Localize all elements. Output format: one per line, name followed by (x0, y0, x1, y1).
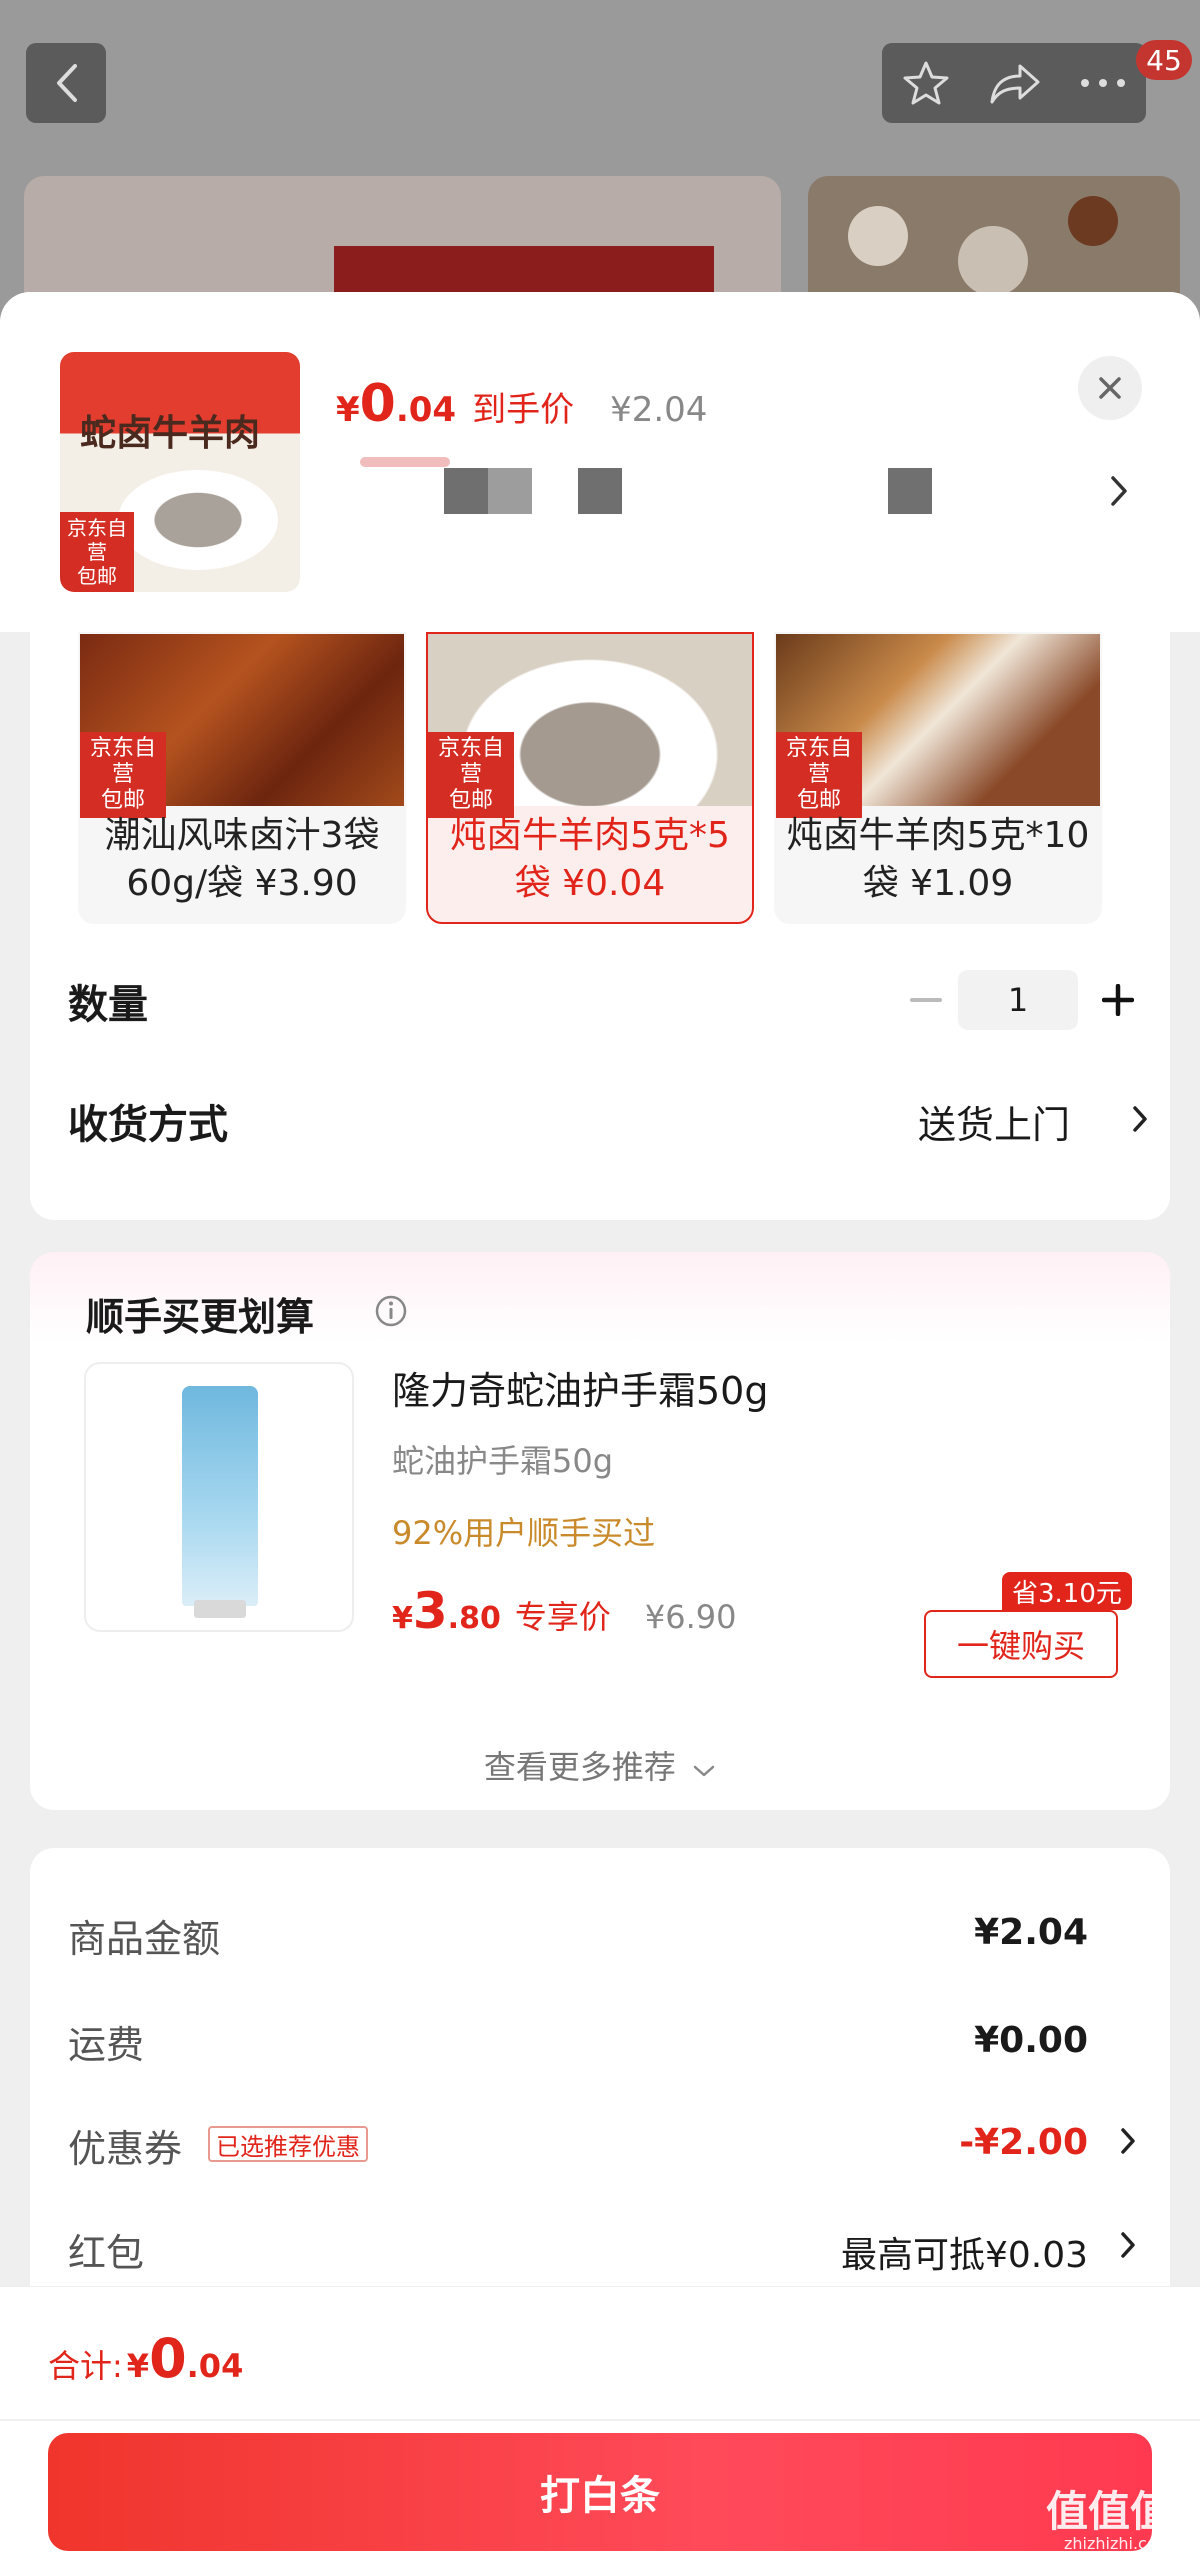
watermark-logo: 值值值 (1046, 2487, 1173, 2536)
recommendation-price-tag: 专享价 (514, 1598, 611, 1636)
recommendation-original-price: ¥6.90 (644, 1598, 737, 1636)
recommendation-stat: 92%用户顺手买过 (392, 1514, 656, 1552)
chevron-right-icon[interactable] (1130, 1104, 1150, 1134)
quantity-label: 数量 (68, 982, 148, 1028)
star-icon[interactable] (901, 58, 951, 108)
quantity-increase-button[interactable] (1088, 970, 1148, 1030)
cart-count-badge: 45 (1136, 40, 1192, 80)
self-operated-badge: 京东自营 包邮 (80, 732, 166, 818)
coupon-label: 优惠券 (68, 2127, 183, 2171)
recommendation-image[interactable] (84, 1362, 354, 1632)
price-decimal: .80 (447, 1601, 501, 1636)
thumbnail-bowl (118, 470, 278, 570)
variant-label: 炖卤牛羊肉5克*5袋 ¥0.04 (450, 815, 730, 904)
self-operated-badge: 京东自营 包邮 (428, 732, 514, 818)
quantity-value[interactable]: 1 (958, 970, 1078, 1030)
see-more-recommendations-link[interactable]: 查看更多推荐 (30, 1742, 1170, 1788)
minus-icon (910, 998, 942, 1002)
price-currency: ¥ (392, 1601, 413, 1636)
close-button[interactable] (1078, 356, 1142, 420)
watermark-url: zhizhizhi.com (1064, 2534, 1173, 2553)
delivery-value[interactable]: 送货上门 (918, 1094, 1070, 1149)
spec-panel: 京东自营 包邮 潮汕风味卤汁3袋60g/袋 ¥3.90 京东自营 包邮 炖卤牛羊… (30, 632, 1170, 1220)
close-icon (1099, 377, 1121, 399)
recommendation-name[interactable]: 隆力奇蛇油护手霜50g (392, 1360, 768, 1415)
thumbnail-package-text: 蛇卤牛羊肉 (80, 412, 261, 454)
final-price: ¥0.04 (336, 374, 456, 434)
delivery-label: 收货方式 (68, 1102, 228, 1148)
product-thumbnail[interactable]: 蛇卤牛羊肉 京东自营 包邮 (60, 352, 300, 592)
see-more-label: 查看更多推荐 (483, 1748, 676, 1786)
chevron-right-icon[interactable] (1118, 2126, 1138, 2156)
goods-amount-label: 商品金额 (68, 1917, 221, 1961)
savings-badge: 省3.10元 (1002, 1572, 1132, 1610)
order-summary-card: 商品金额 ¥2.04 运费 ¥0.00 优惠券 已选推荐优惠 -¥2.00 红包… (30, 1848, 1170, 2328)
price-currency: ¥ (336, 390, 360, 430)
variant-label: 炖卤牛羊肉5克*10袋 ¥1.09 (786, 815, 1090, 904)
red-packet-label: 红包 (68, 2231, 145, 2275)
variant-option[interactable]: 京东自营 包邮 炖卤牛羊肉5克*10袋 ¥1.09 (774, 632, 1102, 924)
purchase-sheet: 蛇卤牛羊肉 京东自营 包邮 ¥0.04 到手价 ¥2.04 京东自营 包邮 潮汕… (0, 292, 1200, 2563)
blurred-text (888, 468, 932, 514)
checkout-bar: 合计: ¥ 0 .04 打白条 (0, 2286, 1200, 2563)
hand-cream-cap (194, 1600, 246, 1618)
more-icon[interactable] (1079, 77, 1127, 89)
price-underline-decoration (360, 457, 450, 467)
recommendation-spec: 蛇油护手霜50g (392, 1442, 614, 1480)
chevron-left-icon (57, 64, 77, 102)
info-icon[interactable] (374, 1294, 408, 1328)
divider (0, 2419, 1200, 2421)
share-icon[interactable] (988, 60, 1042, 106)
self-operated-badge: 京东自营 包邮 (60, 512, 134, 592)
price-integer: 3 (412, 1582, 448, 1640)
goods-amount-value: ¥2.04 (974, 1912, 1088, 1953)
variant-option[interactable]: 京东自营 包邮 潮汕风味卤汁3袋60g/袋 ¥3.90 (78, 632, 406, 924)
recommendation-title: 顺手买更划算 (86, 1295, 315, 1339)
blurred-text (444, 468, 532, 514)
variant-option-selected[interactable]: 京东自营 包邮 炖卤牛羊肉5克*5袋 ¥0.04 (426, 632, 754, 924)
shipping-value: ¥0.00 (974, 2020, 1088, 2061)
coupon-recommended-badge: 已选推荐优惠 (208, 2126, 368, 2162)
chevron-right-icon[interactable] (1118, 2230, 1138, 2260)
red-packet-value[interactable]: 最高可抵¥0.03 (841, 2226, 1088, 2278)
chevron-right-icon[interactable] (1108, 474, 1130, 508)
back-button[interactable] (26, 43, 106, 123)
price-decimal: .04 (395, 390, 457, 430)
recommendation-price-row: ¥3.80 专享价 ¥6.90 (392, 1582, 736, 1640)
pay-with-baitiao-button[interactable]: 打白条 (48, 2433, 1152, 2551)
shipping-label: 运费 (68, 2023, 145, 2067)
blurred-text (578, 468, 622, 514)
recommendation-price: ¥3.80 (392, 1582, 501, 1640)
sheet-header: 蛇卤牛羊肉 京东自营 包邮 ¥0.04 到手价 ¥2.04 (0, 292, 1200, 632)
quantity-decrease-button[interactable] (896, 970, 956, 1030)
total-decimal: .04 (186, 2347, 244, 2385)
variant-label: 潮汕风味卤汁3袋60g/袋 ¥3.90 (104, 815, 380, 904)
price-integer: 0 (359, 374, 396, 434)
total-amount: 合计: ¥ 0 .04 (48, 2327, 243, 2390)
total-label: 合计: (48, 2347, 123, 2385)
total-integer: 0 (149, 2327, 187, 2390)
price-tag: 到手价 (472, 390, 575, 430)
chevron-down-icon (693, 1765, 715, 1777)
recommendation-card: 顺手买更划算 隆力奇蛇油护手霜50g 蛇油护手霜50g 92%用户顺手买过 ¥3… (30, 1252, 1170, 1810)
self-operated-badge: 京东自营 包邮 (776, 732, 862, 818)
hand-cream-tube (182, 1386, 258, 1606)
price-row: ¥0.04 到手价 ¥2.04 (336, 374, 707, 434)
plus-icon (1102, 984, 1134, 1016)
total-currency: ¥ (126, 2347, 150, 2385)
top-action-bar (882, 43, 1146, 123)
coupon-value[interactable]: -¥2.00 (959, 2122, 1088, 2163)
original-price: ¥2.04 (610, 390, 708, 430)
one-click-buy-button[interactable]: 一键购买 (924, 1610, 1118, 1678)
